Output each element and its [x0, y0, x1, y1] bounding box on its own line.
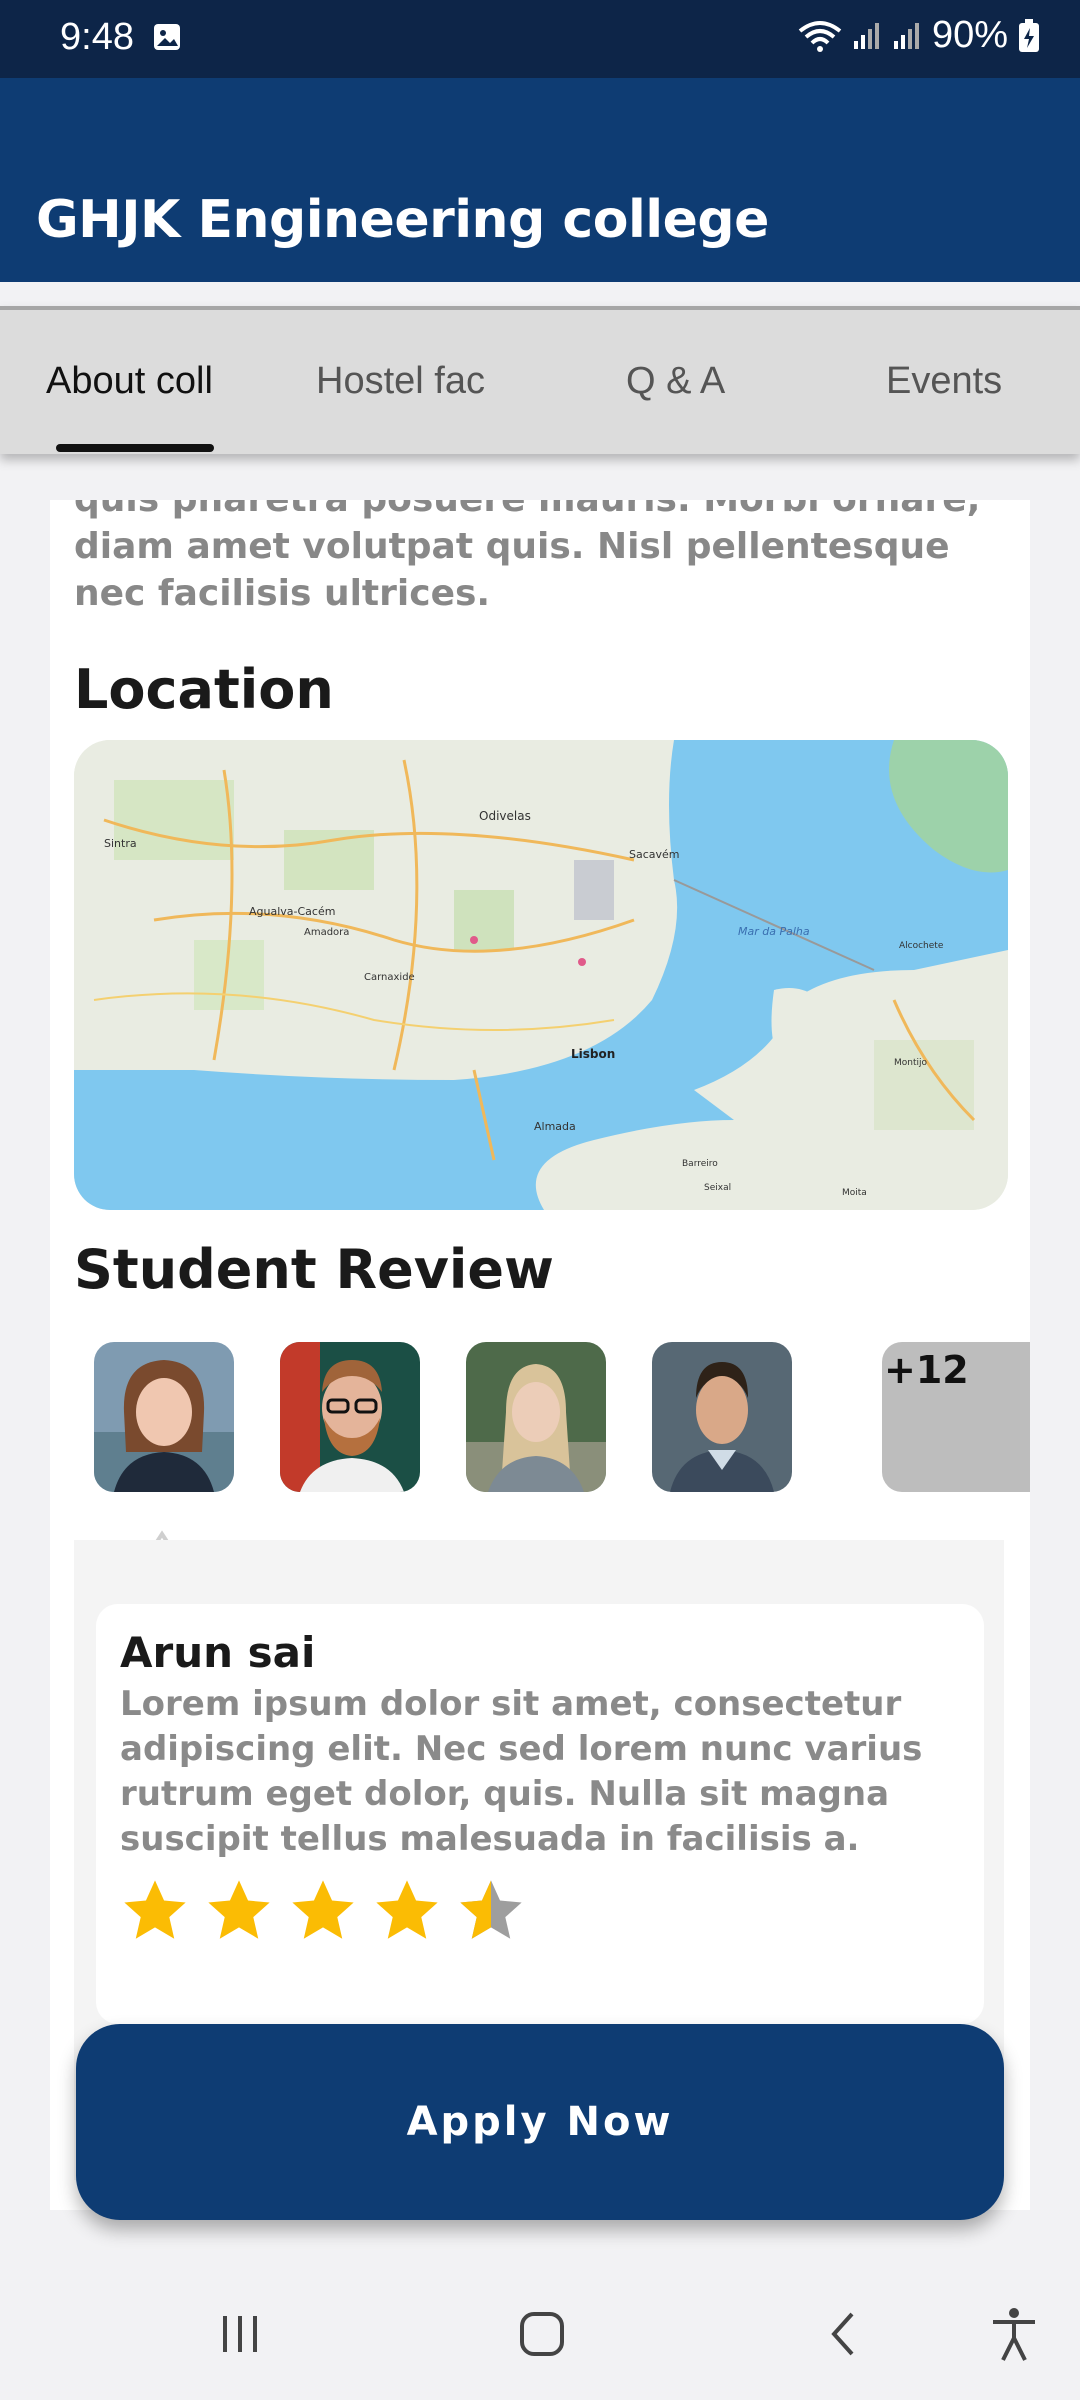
star-full-icon [292, 1880, 354, 1939]
rating-stars [120, 1876, 526, 1946]
gallery-icon [154, 24, 180, 50]
tab-events[interactable]: Events [886, 360, 1026, 410]
reviewer-avatar-row: +12 [94, 1342, 1030, 1494]
page-title: GHJK Engineering college [36, 190, 769, 250]
map-label: Almada [534, 1120, 576, 1133]
apply-now-button[interactable]: Apply Now [76, 2024, 1004, 2220]
recent-apps-icon [223, 2316, 257, 2352]
map-label: Lisbon [571, 1047, 615, 1061]
tab-about-college[interactable]: About coll [46, 360, 222, 410]
recent-apps-button[interactable] [210, 2304, 270, 2364]
accessibility-button[interactable] [984, 2304, 1044, 2364]
active-tab-indicator [56, 444, 214, 452]
about-description: quis pharetra posuere mauris. Morbi orna… [74, 500, 980, 614]
map-label: Montijo [894, 1058, 928, 1068]
battery-percent: 90% [931, 14, 1008, 56]
map-poi-icon [578, 958, 586, 966]
wifi-icon [798, 20, 842, 52]
map-label: Mar da Palha [738, 925, 810, 938]
map-label: Agualva-Cacém [249, 905, 335, 918]
back-button[interactable] [814, 2304, 874, 2364]
app-bar: GHJK Engineering college [0, 78, 1080, 282]
avatar-student-4[interactable] [652, 1342, 792, 1492]
status-time: 9:48 [60, 16, 134, 58]
more-reviews-badge[interactable]: +12 [882, 1342, 1030, 1492]
home-icon [520, 2312, 564, 2356]
map-label: Sacavém [629, 848, 680, 861]
star-full-icon [208, 1880, 270, 1939]
map-label: Amadora [304, 927, 349, 938]
status-bar: 9:48 90% [0, 0, 1080, 78]
home-button[interactable] [512, 2304, 572, 2364]
accessibility-icon [993, 2308, 1035, 2361]
signal-icon [853, 22, 879, 49]
map-label: Carnaxide [364, 972, 415, 983]
star-full-icon [124, 1880, 186, 1939]
battery-charging-icon [1019, 18, 1039, 52]
review-card: Arun sai Lorem ipsum dolor sit amet, con… [96, 1604, 984, 2024]
map-label: Moita [842, 1188, 867, 1198]
review-text: Lorem ipsum dolor sit amet, consectetur … [120, 1684, 923, 1859]
map-label: Seixal [704, 1183, 731, 1193]
avatar-student-1[interactable] [94, 1342, 234, 1492]
tab-hostel-facilities[interactable]: Hostel fac [316, 360, 492, 410]
avatar-student-3[interactable] [466, 1342, 606, 1492]
map-label: Alcochete [899, 941, 944, 951]
reviewer-name: Arun sai [120, 1628, 316, 1677]
system-navigation-bar [0, 2264, 1080, 2400]
back-icon [831, 2312, 854, 2356]
map-label: Odivelas [479, 809, 531, 823]
map-label: Barreiro [682, 1159, 718, 1169]
student-review-heading: Student Review [74, 1238, 554, 1301]
star-full-icon [376, 1880, 438, 1939]
avatar-student-2[interactable] [280, 1342, 420, 1492]
tab-bar: About coll Hostel fac Q & A Events [0, 306, 1080, 454]
map-label: Sintra [104, 837, 137, 850]
signal-icon [893, 22, 919, 49]
tab-q-and-a[interactable]: Q & A [626, 360, 746, 410]
location-map[interactable]: Odivelas Sacavém Agualva-Cacém Sintra Am… [74, 740, 1008, 1210]
map-poi-icon [470, 936, 478, 944]
about-college-content[interactable]: quis pharetra posuere mauris. Morbi orna… [50, 500, 1030, 2210]
star-half-icon [460, 1880, 522, 1939]
location-heading: Location [74, 658, 334, 721]
more-reviews-count: +12 [884, 1348, 969, 1392]
